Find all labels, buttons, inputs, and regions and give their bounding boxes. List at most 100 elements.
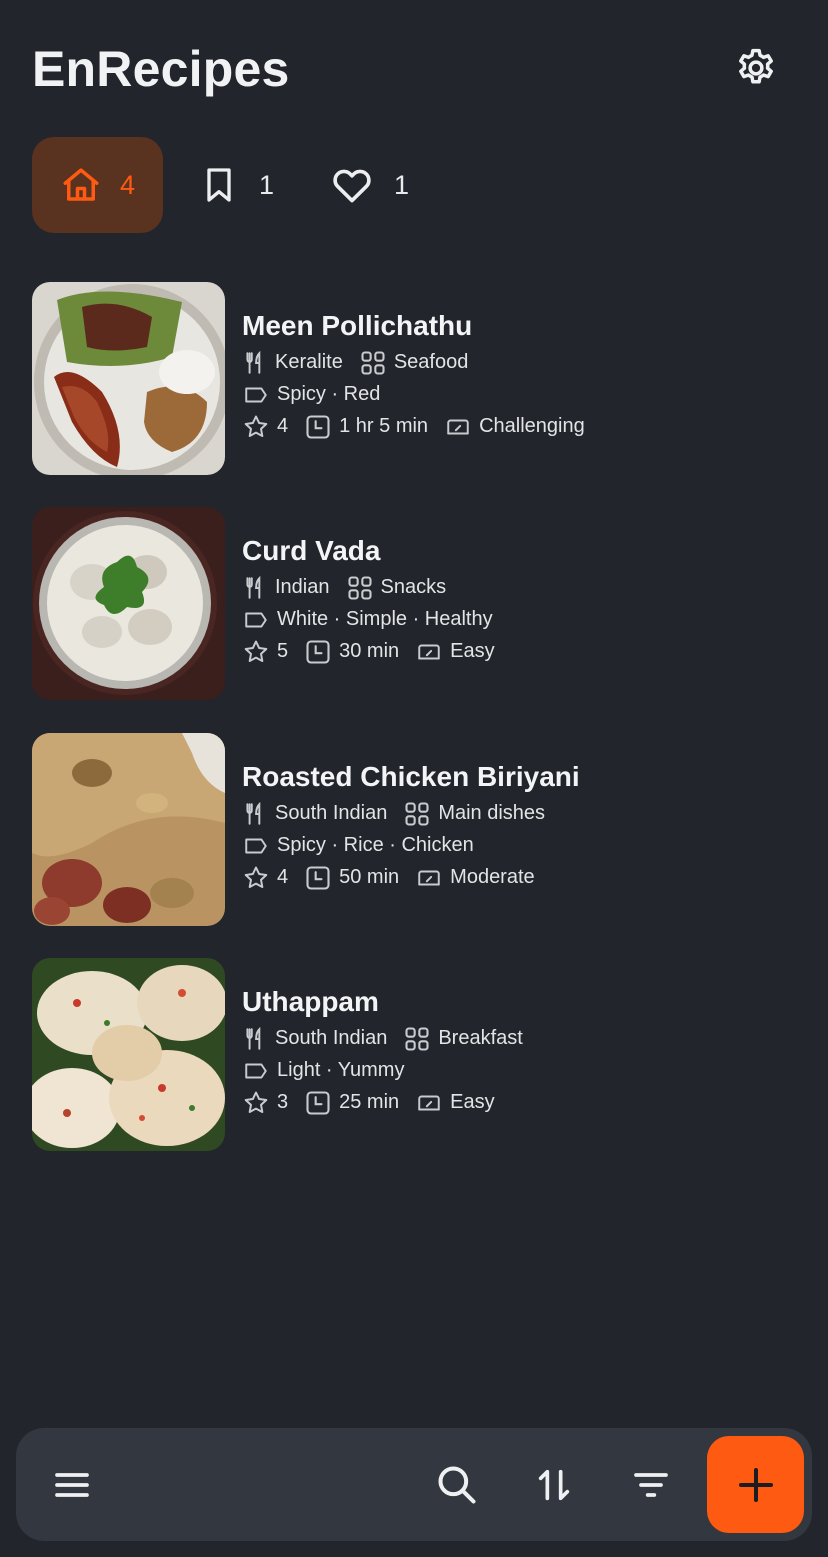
star-icon xyxy=(244,640,268,662)
recipe-tags: Spicy · Red xyxy=(277,383,381,405)
search-icon xyxy=(438,1465,476,1504)
tag-icon xyxy=(245,612,267,627)
category-grid-icon xyxy=(347,575,372,600)
difficulty-gauge-icon xyxy=(418,1095,440,1110)
recipe-difficulty: Challenging xyxy=(479,415,585,437)
recipe-title: Uthappam xyxy=(242,986,379,1017)
menu-button[interactable] xyxy=(37,1428,107,1541)
recipe-stats-row: 4 50 min Moderate xyxy=(242,862,580,893)
recipe-card[interactable]: Curd Vada Indian Snacks White · Simple ·… xyxy=(32,507,812,700)
heart-icon xyxy=(333,169,371,203)
tab-favourites[interactable]: 1 xyxy=(330,137,409,233)
recipe-difficulty: Easy xyxy=(450,640,495,662)
category-grid-icon xyxy=(361,350,385,375)
recipe-meta-row: South Indian Breakfast xyxy=(242,1023,523,1054)
tab-count: 1 xyxy=(394,169,410,200)
recipe-tags-row: White · Simple · Healthy xyxy=(242,604,495,635)
category-grid-icon xyxy=(405,801,429,826)
recipe-category: Breakfast xyxy=(438,1027,523,1049)
recipe-tags-row: Spicy · Rice · Chicken xyxy=(242,830,580,861)
recipe-stats-row: 4 1 hr 5 min Challenging xyxy=(242,411,585,442)
recipe-tags: Light · Yummy xyxy=(277,1059,405,1081)
recipe-meta-row: Indian Snacks xyxy=(242,572,495,603)
recipe-tags-row: Spicy · Red xyxy=(242,379,585,410)
app-title: EnRecipes xyxy=(32,41,290,97)
plus-icon xyxy=(738,1467,773,1502)
utensils-icon xyxy=(246,1026,261,1050)
recipe-rating: 4 xyxy=(277,415,289,437)
recipe-info: Roasted Chicken Biriyani South Indian Ma… xyxy=(242,757,580,893)
filter-tabs: 4 1 1 xyxy=(32,137,409,233)
category-grid-icon xyxy=(405,1026,429,1051)
utensils-icon xyxy=(246,801,261,825)
gear-icon xyxy=(739,48,773,84)
tag-icon xyxy=(245,1063,267,1078)
tag-icon xyxy=(245,387,267,402)
recipe-cuisine: South Indian xyxy=(275,1027,388,1049)
settings-button[interactable] xyxy=(730,42,782,94)
filter-button[interactable] xyxy=(616,1428,686,1541)
tab-try-later[interactable]: 1 xyxy=(199,137,274,233)
recipe-meta-row: South Indian Main dishes xyxy=(242,798,580,829)
star-icon xyxy=(244,1091,268,1113)
recipe-title: Roasted Chicken Biriyani xyxy=(242,761,580,792)
difficulty-gauge-icon xyxy=(418,644,440,659)
recipe-category: Main dishes xyxy=(438,802,546,824)
search-button[interactable] xyxy=(422,1428,492,1541)
recipes-screen: EnRecipes 4 1 1 Meen Pollichathu Keralit… xyxy=(0,0,828,1557)
recipe-cuisine: South Indian xyxy=(275,802,388,824)
clock-icon xyxy=(306,865,330,890)
tab-all-recipes[interactable]: 4 xyxy=(32,137,163,233)
recipe-time: 25 min xyxy=(339,1091,400,1113)
recipe-meta-row: Keralite Seafood xyxy=(242,347,585,378)
recipe-tags: Spicy · Rice · Chicken xyxy=(277,834,474,856)
recipe-difficulty: Easy xyxy=(450,1091,495,1113)
recipe-photo xyxy=(32,733,225,926)
recipe-time: 30 min xyxy=(339,640,400,662)
recipe-stats-row: 3 25 min Easy xyxy=(242,1087,523,1118)
recipe-time: 50 min xyxy=(339,866,400,888)
add-recipe-button[interactable] xyxy=(707,1436,804,1533)
menu-icon xyxy=(55,1472,89,1497)
recipe-category: Seafood xyxy=(393,351,469,373)
clock-icon xyxy=(306,639,330,664)
recipe-info: Curd Vada Indian Snacks White · Simple ·… xyxy=(242,531,495,667)
utensils-icon xyxy=(246,575,261,599)
recipe-stats-row: 5 30 min Easy xyxy=(242,636,495,667)
utensils-icon xyxy=(246,350,261,374)
sort-button[interactable] xyxy=(519,1428,589,1541)
star-icon xyxy=(244,866,268,888)
recipe-time: 1 hr 5 min xyxy=(339,415,429,437)
sort-icon xyxy=(538,1469,570,1500)
home-icon xyxy=(63,168,99,201)
recipe-photo xyxy=(32,507,225,700)
recipe-card[interactable]: Meen Pollichathu Keralite Seafood Spicy … xyxy=(32,282,812,475)
tab-count: 4 xyxy=(119,169,136,200)
difficulty-gauge-icon xyxy=(418,870,440,885)
recipe-info: Meen Pollichathu Keralite Seafood Spicy … xyxy=(242,306,585,442)
recipe-card[interactable]: Roasted Chicken Biriyani South Indian Ma… xyxy=(32,733,812,926)
star-icon xyxy=(244,415,268,437)
recipe-cuisine: Keralite xyxy=(275,351,343,373)
recipe-info: Uthappam South Indian Breakfast Light · … xyxy=(242,982,523,1118)
recipe-title: Meen Pollichathu xyxy=(242,310,473,341)
recipe-tags-row: Light · Yummy xyxy=(242,1055,523,1086)
recipe-cuisine: Indian xyxy=(275,576,330,598)
recipe-photo xyxy=(32,282,225,475)
recipe-rating: 3 xyxy=(277,1091,289,1113)
recipe-tags: White · Simple · Healthy xyxy=(277,608,493,630)
recipe-card[interactable]: Uthappam South Indian Breakfast Light · … xyxy=(32,958,812,1151)
recipe-rating: 4 xyxy=(277,866,289,888)
recipe-photo xyxy=(32,958,225,1151)
recipe-rating: 5 xyxy=(277,640,289,662)
tag-icon xyxy=(245,838,267,853)
tab-count: 1 xyxy=(259,169,275,200)
recipe-title: Curd Vada xyxy=(242,535,381,566)
clock-icon xyxy=(306,1090,330,1115)
recipe-difficulty: Moderate xyxy=(450,866,535,888)
clock-icon xyxy=(306,414,330,439)
bookmark-icon xyxy=(207,168,231,202)
bottom-app-bar xyxy=(16,1428,812,1541)
recipe-category: Snacks xyxy=(380,576,447,598)
filter-icon xyxy=(634,1472,668,1497)
